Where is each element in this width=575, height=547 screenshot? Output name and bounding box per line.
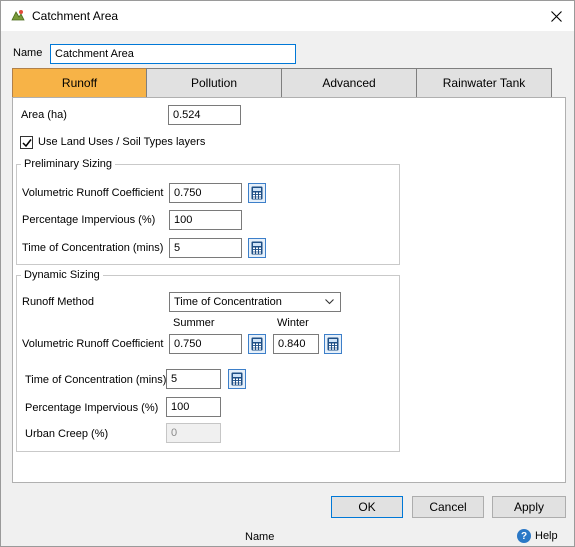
runoff-method-value: Time of Concentration (174, 296, 282, 308)
runoff-method-label: Runoff Method (22, 296, 94, 308)
close-button[interactable] (538, 1, 574, 31)
calculator-icon (251, 186, 263, 200)
tab-pollution[interactable]: Pollution (146, 68, 282, 98)
dynamic-sizing-title: Dynamic Sizing (21, 269, 103, 281)
dynamic-vrc-label: Volumetric Runoff Coefficient (22, 338, 164, 350)
urban-creep-input: 0 (166, 423, 221, 443)
dynamic-toc-label: Time of Concentration (mins) (25, 374, 167, 386)
name-input[interactable]: Catchment Area (50, 44, 296, 64)
ok-button[interactable]: OK (331, 496, 403, 518)
help-label: Help (535, 530, 558, 542)
calculator-icon (231, 372, 243, 386)
dynamic-vrc-summer-calc-button[interactable] (248, 334, 266, 354)
cancel-button[interactable]: Cancel (412, 496, 484, 518)
tab-rainwater-tank[interactable]: Rainwater Tank (416, 68, 552, 98)
prelim-vrc-label: Volumetric Runoff Coefficient (22, 187, 164, 199)
close-icon (550, 10, 562, 22)
calculator-icon (327, 337, 339, 351)
title-bar: Catchment Area (1, 1, 574, 31)
use-layers-checkbox[interactable] (20, 136, 33, 149)
apply-button[interactable]: Apply (492, 496, 566, 518)
tab-advanced[interactable]: Advanced (281, 68, 417, 98)
catchment-area-dialog: Catchment Area Name Catchment Area Runof… (0, 0, 575, 547)
dynamic-sizing-group: Dynamic Sizing Runoff Method Time of Con… (16, 269, 400, 452)
summer-label: Summer (173, 317, 215, 329)
prelim-pimp-input[interactable]: 100 (169, 210, 242, 230)
tab-runoff[interactable]: Runoff (12, 68, 147, 98)
dynamic-toc-calc-button[interactable] (228, 369, 246, 389)
calculator-icon (251, 241, 263, 255)
status-text: Name (245, 531, 275, 543)
prelim-vrc-calc-button[interactable] (248, 183, 266, 203)
runoff-method-select[interactable]: Time of Concentration (169, 292, 341, 312)
app-icon (11, 10, 25, 21)
name-label: Name (13, 47, 43, 59)
dynamic-pimp-input[interactable]: 100 (166, 397, 221, 417)
urban-creep-label: Urban Creep (%) (25, 428, 109, 440)
tab-strip: Runoff Pollution Advanced Rainwater Tank (12, 68, 552, 98)
calculator-icon (251, 337, 263, 351)
prelim-toc-calc-button[interactable] (248, 238, 266, 258)
checkmark-icon (21, 138, 32, 147)
preliminary-sizing-group: Preliminary Sizing Volumetric Runoff Coe… (16, 158, 400, 265)
chevron-down-icon (325, 299, 334, 305)
dynamic-vrc-summer-input[interactable]: 0.750 (169, 334, 242, 354)
winter-label: Winter (277, 317, 309, 329)
dynamic-vrc-winter-input[interactable]: 0.840 (273, 334, 319, 354)
prelim-toc-input[interactable]: 5 (169, 238, 242, 258)
area-label: Area (ha) (21, 109, 67, 121)
window-title: Catchment Area (32, 9, 119, 23)
runoff-panel: Area (ha) 0.524 Use Land Uses / Soil Typ… (12, 97, 566, 483)
dynamic-vrc-winter-calc-button[interactable] (324, 334, 342, 354)
area-input[interactable]: 0.524 (168, 105, 241, 125)
prelim-pimp-label: Percentage Impervious (%) (22, 214, 156, 226)
prelim-toc-label: Time of Concentration (mins) (22, 242, 164, 254)
help-link[interactable]: ? Help (517, 529, 558, 543)
dynamic-toc-input[interactable]: 5 (166, 369, 221, 389)
help-icon: ? (517, 529, 531, 543)
use-layers-label: Use Land Uses / Soil Types layers (38, 136, 206, 148)
dynamic-pimp-label: Percentage Impervious (%) (25, 402, 159, 414)
preliminary-sizing-title: Preliminary Sizing (21, 158, 116, 170)
prelim-vrc-input[interactable]: 0.750 (169, 183, 242, 203)
